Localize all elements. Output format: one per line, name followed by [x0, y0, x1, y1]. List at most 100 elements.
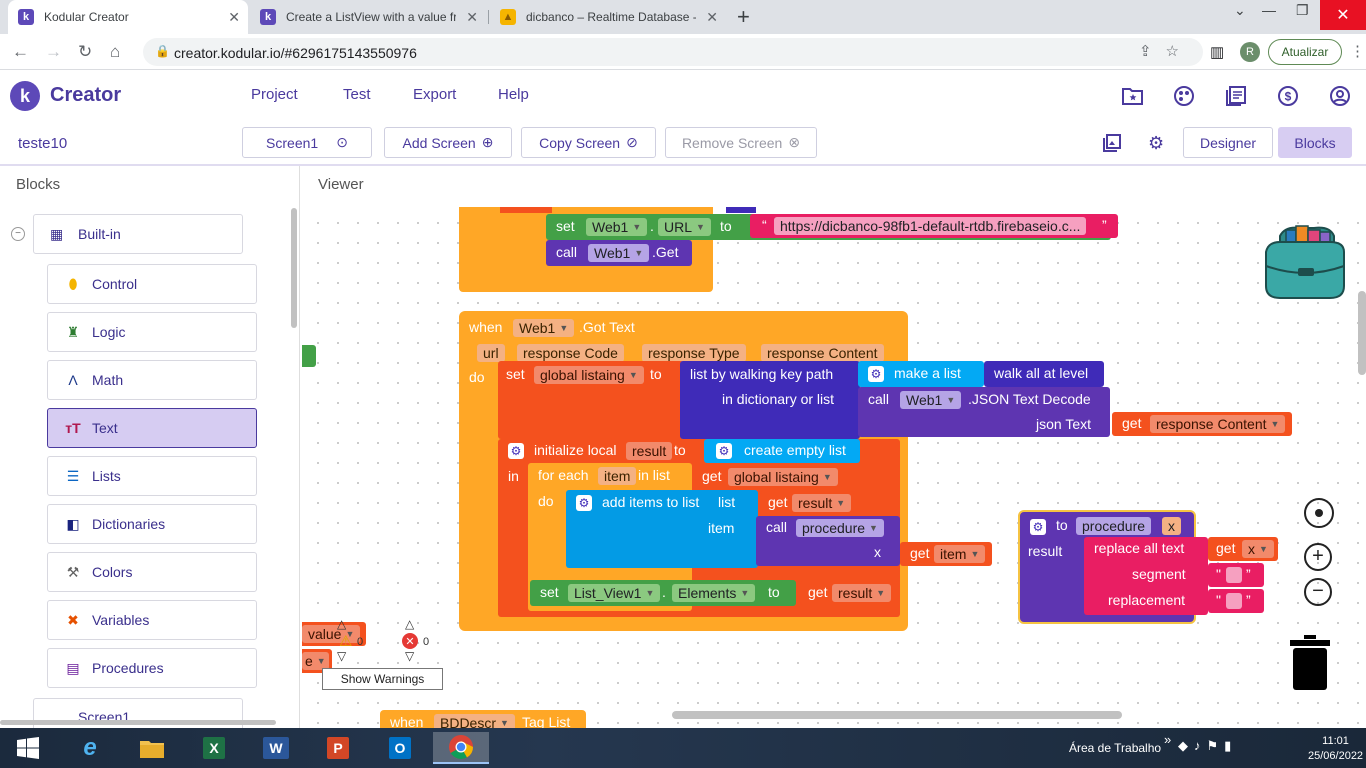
- property-dropdown[interactable]: URL ▼: [658, 218, 711, 236]
- browser-tab-kodular[interactable]: k Kodular Creator ✕: [8, 0, 248, 34]
- restore-icon[interactable]: ❐: [1296, 2, 1309, 19]
- category-math[interactable]: Λ Math: [47, 360, 257, 400]
- category-text[interactable]: тT Text: [47, 408, 257, 448]
- close-window-icon[interactable]: ✕: [1320, 0, 1366, 30]
- category-procedures[interactable]: ▤ Procedures: [47, 648, 257, 688]
- walk-all-at-level-block[interactable]: walk all at level: [984, 361, 1104, 387]
- variable-dropdown[interactable]: x ▼: [1242, 540, 1274, 558]
- desktop-toolbar-label[interactable]: Área de Trabalho: [1069, 741, 1161, 755]
- mutator-gear-icon[interactable]: ⚙: [576, 495, 592, 511]
- windows-start-icon[interactable]: [6, 732, 50, 764]
- chrome-icon[interactable]: [433, 732, 489, 764]
- param-response-code[interactable]: response Code: [517, 344, 624, 362]
- get-result-block[interactable]: get result ▼: [760, 491, 854, 515]
- text-replacement-field[interactable]: [1226, 593, 1242, 609]
- variable-dropdown[interactable]: response Content ▼: [1150, 415, 1286, 433]
- mutator-gear-icon[interactable]: ⚙: [716, 443, 732, 459]
- procedure-dropdown[interactable]: procedure ▼: [796, 519, 884, 537]
- backpack-icon[interactable]: [1260, 222, 1350, 302]
- call-web1-json-decode-block[interactable]: call Web1 ▼ .JSON Text Decode json Text: [858, 387, 1110, 437]
- mutator-gear-icon[interactable]: ⚙: [868, 366, 884, 382]
- screen-selector[interactable]: Screen1 ⊙: [242, 127, 372, 158]
- tab-search-icon[interactable]: ⌄: [1234, 2, 1246, 19]
- add-items-to-list-block[interactable]: ⚙ add items to list list item: [566, 490, 758, 568]
- mutator-gear-icon[interactable]: ⚙: [508, 443, 524, 459]
- zoom-in-button[interactable]: +: [1304, 543, 1332, 571]
- copy-screen-button[interactable]: Copy Screen ⊘: [521, 127, 656, 158]
- close-tab-icon[interactable]: ✕: [706, 9, 718, 26]
- variable-dropdown[interactable]: result ▼: [792, 494, 852, 512]
- text-replacement-block[interactable]: " ”: [1208, 589, 1264, 613]
- variable-dropdown[interactable]: result ▼: [832, 584, 892, 602]
- component-dropdown[interactable]: List_View1 ▼: [568, 584, 661, 602]
- variable-dropdown[interactable]: item ▼: [934, 545, 986, 563]
- update-button[interactable]: Atualizar: [1268, 39, 1342, 65]
- minimize-icon[interactable]: —: [1262, 2, 1276, 18]
- trash-can-icon[interactable]: [1290, 635, 1330, 690]
- url-text-field[interactable]: https://dicbanco-98fb1-default-rtdb.fire…: [774, 217, 1087, 235]
- property-dropdown[interactable]: Elements ▼: [672, 584, 756, 602]
- procedure-name-field[interactable]: procedure: [1076, 517, 1152, 535]
- kodular-logo-icon[interactable]: k: [10, 81, 40, 111]
- component-dropdown[interactable]: Web1 ▼: [588, 244, 650, 262]
- category-variables[interactable]: ✖ Variables: [47, 600, 257, 640]
- prev-error-icon[interactable]: △: [405, 617, 414, 631]
- gallery-icon[interactable]: [1172, 84, 1196, 108]
- account-icon[interactable]: [1328, 84, 1352, 108]
- set-global-listaing-block[interactable]: set global listaing ▼ to: [498, 361, 684, 439]
- menu-test[interactable]: Test: [343, 86, 371, 103]
- word-icon[interactable]: W: [254, 732, 298, 764]
- param-url[interactable]: url: [477, 344, 505, 362]
- text-url-block[interactable]: “ https://dicbanco-98fb1-default-rtdb.fi…: [750, 214, 1118, 238]
- forward-icon[interactable]: →: [45, 42, 62, 62]
- show-warnings-button[interactable]: Show Warnings: [322, 668, 443, 690]
- documentation-icon[interactable]: [1224, 84, 1248, 108]
- workspace-horizontal-scrollbar[interactable]: [672, 711, 1122, 719]
- lock-icon[interactable]: 🔒: [155, 44, 170, 58]
- tray-chevron-icon[interactable]: »: [1164, 732, 1171, 747]
- partial-when-bddescr-block[interactable]: when BDDescr ▼ Tag List: [380, 710, 586, 728]
- browser-menu-icon[interactable]: ⋮: [1350, 42, 1365, 60]
- recenter-icon[interactable]: [1304, 498, 1334, 528]
- project-name[interactable]: teste10: [18, 135, 67, 152]
- browser-tab-firebase[interactable]: ▲ dicbanco – Realtime Database - ( ✕: [490, 0, 726, 34]
- share-bookmark-icons[interactable]: ⇪☆: [1139, 42, 1193, 60]
- file-explorer-icon[interactable]: [130, 732, 174, 764]
- menu-export[interactable]: Export: [413, 86, 456, 103]
- excel-icon[interactable]: X: [192, 732, 236, 764]
- add-screen-button[interactable]: Add Screen ⊕: [384, 127, 512, 158]
- get-result-block-2[interactable]: get result ▼: [800, 581, 898, 605]
- loop-variable-name[interactable]: item: [598, 467, 637, 485]
- list-by-walking-key-path-block[interactable]: list by walking key path in dictionary o…: [680, 361, 860, 439]
- profile-avatar[interactable]: R: [1240, 42, 1260, 62]
- call-web1-get-block[interactable]: call Web1 ▼ .Get: [546, 240, 692, 266]
- component-dropdown[interactable]: Web1 ▼: [513, 319, 575, 337]
- tree-builtin[interactable]: ▦ Built-in: [33, 214, 243, 254]
- my-projects-icon[interactable]: [1121, 84, 1145, 108]
- make-a-list-block[interactable]: ⚙ make a list: [858, 361, 984, 387]
- internet-explorer-icon[interactable]: e: [68, 732, 112, 764]
- category-dictionaries[interactable]: ◧ Dictionaries: [47, 504, 257, 544]
- back-icon[interactable]: ←: [12, 42, 29, 62]
- next-error-icon[interactable]: ▽: [405, 649, 414, 663]
- left-panel-hscrollbar[interactable]: [0, 720, 276, 725]
- category-lists[interactable]: ☰ Lists: [47, 456, 257, 496]
- category-logic[interactable]: ♜ Logic: [47, 312, 257, 352]
- close-tab-icon[interactable]: ✕: [466, 9, 478, 26]
- side-panel-icon[interactable]: ▥: [1210, 43, 1224, 61]
- home-icon[interactable]: ⌂: [110, 42, 120, 62]
- text-segment-block[interactable]: " ”: [1208, 563, 1264, 587]
- browser-tab-listview[interactable]: k Create a ListView with a value fro ✕: [250, 0, 486, 34]
- settings-gear-icon[interactable]: ⚙: [1148, 133, 1164, 154]
- remove-screen-button[interactable]: Remove Screen ⊗: [665, 127, 817, 158]
- variable-dropdown[interactable]: global listaing ▼: [728, 468, 838, 486]
- menu-help[interactable]: Help: [498, 86, 529, 103]
- next-warning-icon[interactable]: ▽: [337, 649, 346, 663]
- component-dropdown[interactable]: BDDescr ▼: [434, 714, 515, 728]
- blocks-button[interactable]: Blocks: [1278, 127, 1352, 158]
- app-title[interactable]: Creator: [50, 84, 121, 107]
- partial-green-block[interactable]: [302, 345, 316, 367]
- get-item-block[interactable]: get item ▼: [900, 542, 992, 566]
- call-procedure-block[interactable]: call procedure ▼ x: [756, 516, 900, 566]
- collapse-tree-icon[interactable]: −: [11, 227, 25, 241]
